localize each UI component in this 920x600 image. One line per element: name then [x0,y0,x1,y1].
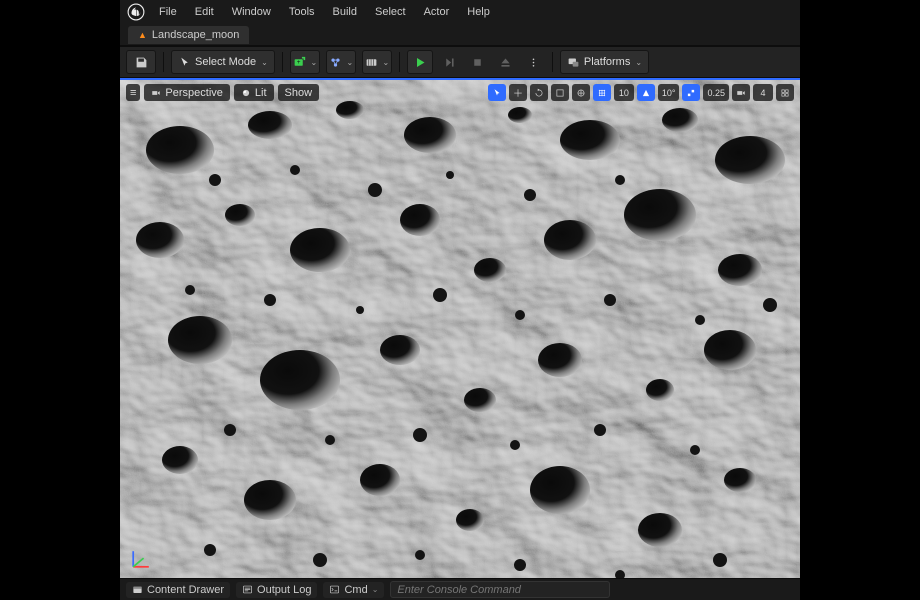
status-bar: Content Drawer Output Log Cmd ⌄ [120,578,800,600]
viewport-camera-label: Perspective [165,87,222,99]
viewport-options-button[interactable]: ≡ [126,84,140,101]
divider [399,52,400,72]
chevron-down-icon: ⌄ [311,58,318,67]
svg-text:+: + [296,59,300,66]
main-toolbar: Select Mode ⌄ + ⌄ ⌄ ⌄ [120,46,800,78]
viewport-viewmode-select[interactable]: Lit [234,84,274,101]
divider [163,52,164,72]
viewport-toolbar-left: ≡ Perspective Lit Show [126,84,319,101]
console-type-select[interactable]: Cmd ⌄ [323,582,384,598]
scale-snap-value[interactable]: 0.25 [703,84,729,101]
camera-speed-value[interactable]: 4 [753,84,773,101]
blueprints-button[interactable]: ⌄ [326,50,356,74]
save-button[interactable] [126,50,156,74]
terminal-icon [329,584,340,595]
sphere-icon [241,88,251,98]
menu-help[interactable]: Help [458,3,499,21]
viewport-toolbar-right: 10 10° 0.25 4 [488,84,794,101]
menu-file[interactable]: File [150,3,186,21]
output-log-button[interactable]: Output Log [236,582,317,598]
grid-snap-toggle[interactable] [593,84,611,101]
console-input[interactable] [390,581,610,598]
divider [282,52,283,72]
console-type-label: Cmd [344,584,367,596]
editor-frame: File Edit Window Tools Build Select Acto… [120,0,800,600]
menu-tools[interactable]: Tools [280,3,324,21]
viewport-viewmode-label: Lit [255,87,267,99]
stop-button[interactable] [467,50,489,74]
chevron-down-icon: ⌄ [635,58,642,67]
content-drawer-button[interactable]: Content Drawer [126,582,230,598]
unreal-logo-icon[interactable] [124,0,148,24]
rotation-snap-value[interactable]: 10° [658,84,680,101]
output-log-label: Output Log [257,584,311,596]
sequencer-button[interactable]: ⌄ [362,50,392,74]
drawer-icon [132,584,143,595]
add-content-button[interactable]: + ⌄ [290,50,320,74]
menu-select[interactable]: Select [366,3,415,21]
coordinate-space-toggle[interactable] [572,84,590,101]
level-viewport[interactable]: ≡ Perspective Lit Show 10 10° [120,78,800,600]
play-options-button[interactable] [523,50,545,74]
camera-icon [151,88,161,98]
chevron-down-icon: ⌄ [261,58,268,67]
axis-gizmo-icon [128,546,154,572]
viewport-show-label: Show [285,87,313,99]
level-tab[interactable]: ▲ Landscape_moon [128,26,249,44]
menu-bar: File Edit Window Tools Build Select Acto… [120,0,800,24]
eject-button[interactable] [495,50,517,74]
hamburger-icon: ≡ [130,87,136,99]
grid-snap-value[interactable]: 10 [614,84,634,101]
menu-window[interactable]: Window [223,3,280,21]
tab-bar: ▲ Landscape_moon [120,24,800,46]
transform-translate-button[interactable] [509,84,527,101]
editor-mode-label: Select Mode [195,56,256,68]
log-icon [242,584,253,595]
scale-snap-toggle[interactable] [682,84,700,101]
camera-speed-button[interactable] [732,84,750,101]
rotation-snap-toggle[interactable] [637,84,655,101]
platforms-label: Platforms [584,56,630,68]
viewport-canvas[interactable] [120,80,800,600]
transform-rotate-button[interactable] [530,84,548,101]
chevron-down-icon: ⌄ [383,58,390,67]
viewport-camera-select[interactable]: Perspective [144,84,229,101]
menu-edit[interactable]: Edit [186,3,223,21]
play-button[interactable] [407,50,433,74]
transform-select-button[interactable] [488,84,506,101]
level-icon: ▲ [138,30,147,40]
viewport-maximize-button[interactable] [776,84,794,101]
level-tab-label: Landscape_moon [152,29,239,41]
editor-mode-select[interactable]: Select Mode ⌄ [171,50,275,74]
chevron-down-icon: ⌄ [372,585,379,594]
transform-scale-button[interactable] [551,84,569,101]
menu-actor[interactable]: Actor [415,3,459,21]
skip-button[interactable] [439,50,461,74]
content-drawer-label: Content Drawer [147,584,224,596]
viewport-show-select[interactable]: Show [278,84,320,101]
platforms-button[interactable]: Platforms ⌄ [560,50,649,74]
chevron-down-icon: ⌄ [347,58,354,67]
divider [552,52,553,72]
menu-build[interactable]: Build [324,3,366,21]
